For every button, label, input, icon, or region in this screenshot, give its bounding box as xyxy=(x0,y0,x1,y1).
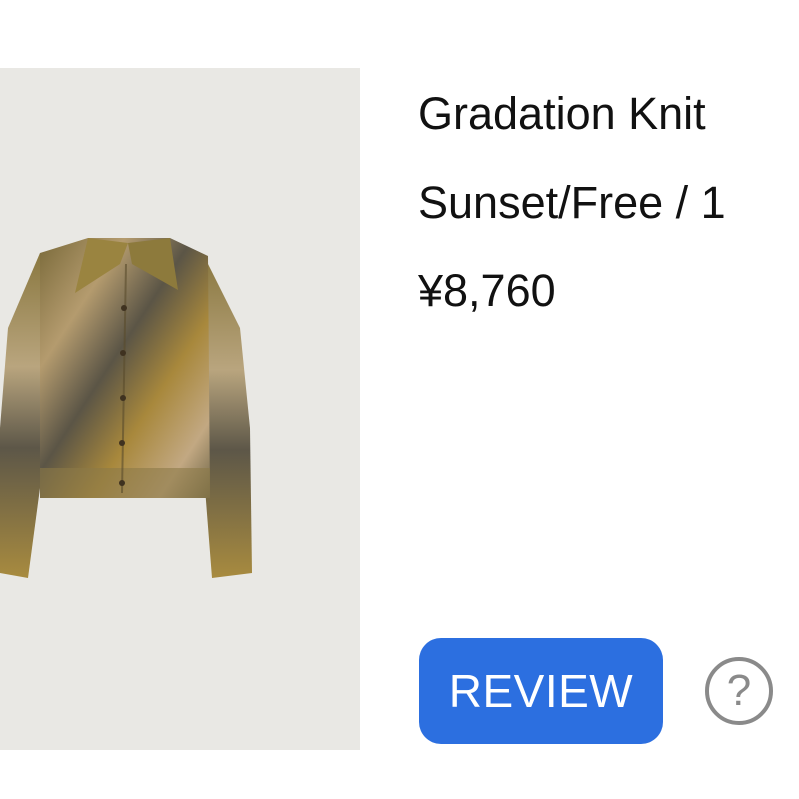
product-image xyxy=(0,68,360,750)
product-name: Gradation Knit xyxy=(418,88,706,139)
question-circle-icon[interactable]: ? xyxy=(705,657,773,725)
product-variant: Sunset/Free / 1 xyxy=(418,177,726,228)
product-price: ¥8,760 xyxy=(418,265,556,316)
review-button[interactable]: REVIEW xyxy=(419,638,663,744)
knit-cardigan-icon xyxy=(0,68,360,750)
help-glyph: ? xyxy=(726,666,752,715)
